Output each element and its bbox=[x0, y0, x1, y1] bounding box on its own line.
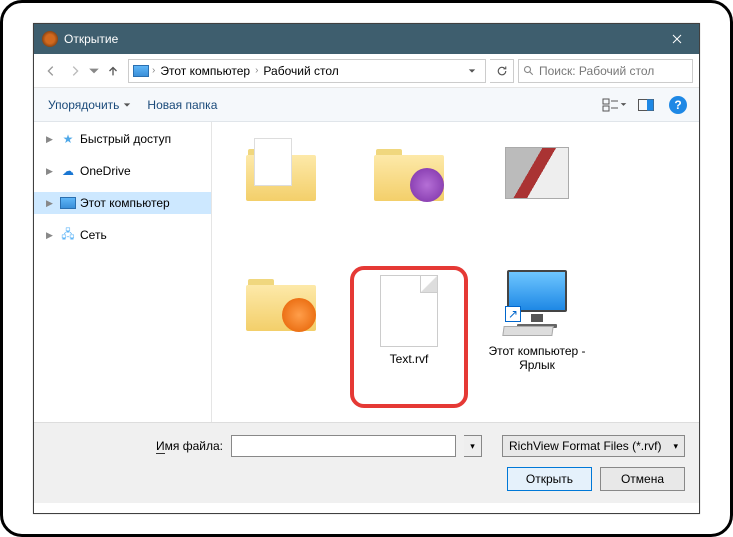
expand-icon[interactable]: ▶ bbox=[46, 134, 56, 145]
chevron-right-icon: › bbox=[255, 65, 258, 76]
organize-button[interactable]: Упорядочить bbox=[40, 94, 139, 116]
up-button[interactable] bbox=[102, 60, 124, 82]
tree-quick-access[interactable]: ▶ ★ Быстрый доступ bbox=[34, 128, 211, 150]
titlebar: Открытие bbox=[34, 24, 699, 54]
close-button[interactable] bbox=[654, 24, 699, 54]
address-bar: › Этот компьютер › Рабочий стол Поиск: Р… bbox=[34, 54, 699, 88]
monitor-icon: ↗ bbox=[499, 270, 575, 336]
view-options-button[interactable] bbox=[599, 94, 629, 116]
refresh-button[interactable] bbox=[490, 59, 514, 83]
forward-button[interactable] bbox=[64, 60, 86, 82]
chevron-right-icon: › bbox=[152, 65, 155, 76]
window-title: Открытие bbox=[64, 32, 654, 46]
folder-item[interactable] bbox=[478, 136, 596, 256]
search-input[interactable]: Поиск: Рабочий стол bbox=[518, 59, 693, 83]
cancel-button[interactable]: Отмена bbox=[600, 467, 685, 491]
filename-input[interactable] bbox=[231, 435, 456, 457]
cloud-icon: ☁ bbox=[60, 163, 76, 179]
breadcrumb-seg-thispc[interactable]: Этот компьютер bbox=[158, 64, 252, 78]
tor-icon bbox=[410, 168, 444, 202]
breadcrumb[interactable]: › Этот компьютер › Рабочий стол bbox=[128, 59, 486, 83]
file-label: Этот компьютер - Ярлык bbox=[482, 344, 592, 373]
folder-item[interactable] bbox=[222, 136, 340, 256]
breadcrumb-seg-desktop[interactable]: Рабочий стол bbox=[261, 64, 340, 78]
chevron-down-icon: ▾ bbox=[673, 441, 678, 452]
app-icon bbox=[42, 31, 58, 47]
file-label: Text.rvf bbox=[354, 352, 464, 366]
nav-tree: ▶ ★ Быстрый доступ ▶ ☁ OneDrive ▶ Этот к… bbox=[34, 122, 212, 422]
search-placeholder: Поиск: Рабочий стол bbox=[539, 64, 654, 78]
file-list: Text.rvf ↗ Этот компьютер - Ярлык bbox=[212, 122, 699, 422]
network-icon: 🖧 bbox=[60, 227, 76, 243]
preview-pane-button[interactable] bbox=[631, 94, 661, 116]
tree-this-pc[interactable]: ▶ Этот компьютер bbox=[34, 192, 211, 214]
tree-onedrive[interactable]: ▶ ☁ OneDrive bbox=[34, 160, 211, 182]
shortcut-this-pc[interactable]: ↗ Этот компьютер - Ярлык bbox=[478, 266, 596, 386]
file-icon bbox=[380, 275, 438, 347]
filename-dropdown[interactable]: ▾ bbox=[464, 435, 482, 457]
open-file-dialog: Открытие › Этот компьютер › Рабочий стол bbox=[33, 23, 700, 514]
recent-dropdown[interactable] bbox=[88, 60, 100, 82]
search-icon bbox=[523, 65, 535, 77]
file-text-rvf[interactable]: Text.rvf bbox=[350, 266, 468, 408]
bottom-bar: Имя файла: ▾ RichView Format Files (*.rv… bbox=[34, 422, 699, 503]
image-thumbnail bbox=[505, 147, 569, 199]
folder-item[interactable] bbox=[350, 136, 468, 256]
breadcrumb-dropdown[interactable] bbox=[463, 67, 481, 75]
star-icon: ★ bbox=[60, 131, 76, 147]
help-icon: ? bbox=[669, 96, 687, 114]
pc-icon bbox=[133, 65, 149, 77]
expand-icon[interactable]: ▶ bbox=[46, 230, 56, 241]
new-folder-button[interactable]: Новая папка bbox=[139, 94, 225, 116]
expand-icon[interactable]: ▶ bbox=[46, 166, 56, 177]
back-button[interactable] bbox=[40, 60, 62, 82]
pc-icon bbox=[60, 195, 76, 211]
filetype-filter[interactable]: RichView Format Files (*.rvf) ▾ bbox=[502, 435, 685, 457]
shortcut-arrow-icon: ↗ bbox=[505, 306, 521, 322]
filename-label: Имя файла: bbox=[48, 439, 223, 453]
chevron-down-icon bbox=[123, 101, 131, 109]
command-bar: Упорядочить Новая папка ? bbox=[34, 88, 699, 122]
folder-item[interactable] bbox=[222, 266, 340, 386]
open-button[interactable]: Открыть bbox=[507, 467, 592, 491]
help-button[interactable]: ? bbox=[663, 94, 693, 116]
tree-network[interactable]: ▶ 🖧 Сеть bbox=[34, 224, 211, 246]
expand-icon[interactable]: ▶ bbox=[46, 198, 56, 209]
ubuntu-icon bbox=[282, 298, 316, 332]
